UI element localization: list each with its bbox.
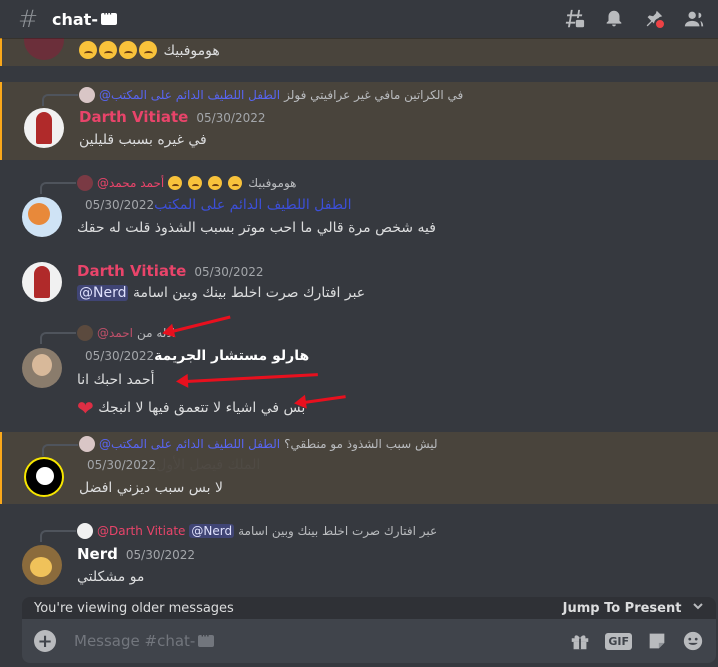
message: @الطفل اللطيف الدائم على المكتب ليش سبب … [0,432,718,504]
reply-avatar [79,436,95,452]
message-text: هوموفبيك [163,43,220,59]
red-heart-emoji: ❤ [77,396,94,420]
reply-text: في الكراتين مافي غير عرافيتي فولز [284,88,464,102]
avatar[interactable] [22,262,62,302]
reply-connector [42,94,78,106]
message-text: فيه شخص مرة قالي ما احب موتر بسبب الشذوذ… [77,220,436,236]
emoji-picker-icon[interactable] [682,630,704,652]
tired-face-emoji [79,41,97,59]
sticker-icon[interactable] [646,630,668,652]
message-input[interactable]: Message #chat- [74,632,195,650]
speech-bubble-icon [100,7,117,25]
unread-dot [654,18,666,30]
message-composer[interactable]: + Message #chat- GIF [22,619,716,663]
reply-connector [40,530,76,542]
tired-face-emoji [168,176,183,190]
gif-icon[interactable]: GIF [605,632,632,650]
reply-avatar [79,87,95,103]
reply-preview[interactable]: @الطفل اللطيف الدائم على المكتب في الكرا… [79,87,463,103]
avatar[interactable] [24,108,64,148]
avatar[interactable] [22,545,62,585]
upload-plus-icon[interactable]: + [34,630,56,652]
avatar[interactable] [24,457,64,497]
reply-preview[interactable]: @أحمد محمد هوموفبيك [77,175,296,191]
older-messages-bar: You're viewing older messages Jump To Pr… [22,597,716,619]
avatar[interactable] [24,38,64,60]
username[interactable]: هارلو مستشار الجريمة05/30/2022 [77,348,309,364]
message: هوموفبيك [0,38,718,66]
timestamp: 05/30/2022 [125,548,196,562]
chevron-down-icon [693,603,703,610]
tired-face-emoji [99,41,117,59]
message-text: لا بس سبب ديزني افضل [79,480,223,496]
reply-author[interactable]: @احمد [97,326,133,340]
message-text: عبر افتارك صرت اخلط بينك وبين اسامة [132,285,366,301]
pinned-messages-icon[interactable] [642,7,666,31]
avatar[interactable] [22,197,62,237]
message-text: في غيره بسبب قليلين [79,132,207,148]
reply-preview[interactable]: @Darth Vitiate @Nerd عبر افتارك صرت اخلط… [77,523,437,539]
notification-bell-icon[interactable] [602,7,626,31]
channel-header: # chat- [0,0,718,38]
username[interactable]: الملك فيصل الأول05/30/2022 [79,457,260,473]
message: @أحمد محمد هوموفبيك الطفل اللطيف الدائم … [0,170,718,250]
reply-avatar [77,175,93,191]
tired-face-emoji [228,176,243,190]
reply-preview[interactable]: @الطفل اللطيف الدائم على المكتب ليش سبب … [79,436,438,452]
member-list-icon[interactable] [682,7,706,31]
gift-icon[interactable] [569,630,591,652]
timestamp: 05/30/2022 [85,349,155,363]
user-mention[interactable]: @Nerd [189,524,235,538]
message: Darth Vitiate 05/30/2022 @Nerd عبر افتارك… [0,258,718,318]
message-list[interactable]: هوموفبيك @الطفل اللطيف الدائم على المكتب… [0,38,718,598]
username[interactable]: Darth Vitiate 05/30/2022 [79,108,265,126]
username[interactable]: Darth Vitiate 05/30/2022 [77,262,263,280]
user-mention[interactable]: @Nerd [77,285,129,301]
reply-text: ليش سبب الشذوذ مو منطقي؟ [284,437,438,451]
tired-face-emoji [208,176,223,190]
message-text: أحمد احبك انا [77,372,155,388]
timestamp: 05/30/2022 [194,265,264,279]
message: @احمد ادله من هارلو مستشار الجريمة05/30/… [0,320,718,420]
message-text: بس في اشياء لا تتعمق فيها لا انبجك [98,400,306,416]
tired-face-emoji [119,41,137,59]
timestamp: 05/30/2022 [196,111,266,125]
message: @الطفل اللطيف الدائم على المكتب في الكرا… [0,82,718,160]
reply-avatar [77,523,93,539]
speech-bubble-icon [198,629,215,647]
username[interactable]: الطفل اللطيف الدائم على المكتب05/30/2022 [77,197,352,213]
timestamp: 05/30/2022 [85,198,155,212]
avatar[interactable] [22,348,62,388]
reply-author[interactable]: @أحمد محمد [97,176,164,190]
hashtag-icon: # [18,5,39,33]
reply-connector [40,332,76,344]
reply-text: هوموفبيك [248,176,297,190]
threads-icon[interactable] [562,7,586,31]
reply-author[interactable]: @الطفل اللطيف الدائم على المكتب [99,437,280,451]
jump-to-present-button[interactable]: Jump To Present [563,600,704,616]
reply-author[interactable]: @الطفل اللطيف الدائم على المكتب [99,88,280,102]
timestamp: 05/30/2022 [87,458,157,472]
tired-face-emoji [139,41,157,59]
reply-connector [42,444,78,456]
tired-face-emoji [188,176,203,190]
reply-connector [40,182,76,194]
reply-text: عبر افتارك صرت اخلط بينك وبين اسامة [238,524,438,538]
username[interactable]: Nerd 05/30/2022 [77,545,195,563]
channel-name: chat- [52,9,98,29]
message-text: مو مشكلتي [77,569,145,585]
reply-avatar [77,325,93,341]
reply-author[interactable]: @Darth Vitiate [97,524,185,538]
older-messages-text: You're viewing older messages [34,600,234,616]
message: @Darth Vitiate @Nerd عبر افتارك صرت اخلط… [0,518,718,598]
